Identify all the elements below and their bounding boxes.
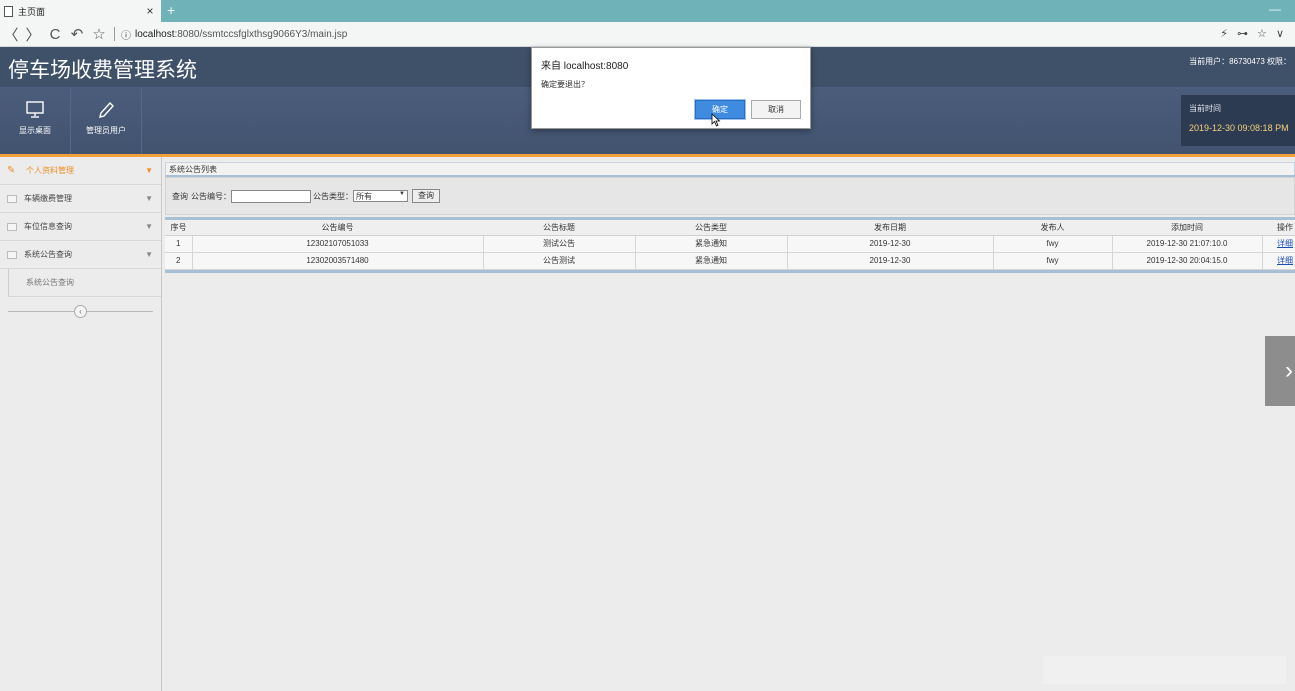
monitor-icon: [26, 101, 44, 118]
browser-tab[interactable]: 主页面 ×: [0, 0, 161, 22]
query-bar: 查询 公告编号： 公告类型： 所有 查询: [165, 177, 1295, 215]
detail-link[interactable]: 详细: [1277, 256, 1293, 265]
sidebar-item-label: 车辆缴费管理: [24, 194, 72, 203]
collapse-sidebar-icon[interactable]: ‹: [74, 305, 87, 318]
back-icon[interactable]: 〈: [0, 24, 22, 45]
confirm-cancel-button[interactable]: 取消: [751, 100, 801, 119]
type-selected: 所有: [356, 192, 372, 201]
undo-icon[interactable]: ↶: [66, 25, 88, 43]
col-added-time: 添加时间: [1112, 220, 1262, 236]
sidebar-subitem-announcement-query[interactable]: 系统公告查询: [8, 269, 161, 297]
panel-title: 系统公告列表: [165, 162, 1295, 177]
cell-publish-date: 2019-12-30: [787, 252, 994, 270]
tab-close-icon[interactable]: ×: [143, 4, 157, 18]
show-desktop-button[interactable]: 显示桌面: [0, 87, 71, 154]
query-prefix: 查询: [172, 191, 188, 201]
mouse-cursor-icon: [711, 113, 721, 127]
cell-title: 测试公告: [483, 235, 636, 253]
announcement-type-select[interactable]: 所有: [353, 190, 408, 202]
forward-icon[interactable]: 〉: [22, 24, 44, 45]
confirm-dialog: 来自 localhost:8080 确定要退出？ 确定 取消: [531, 47, 811, 129]
cell-title: 公告测试: [483, 252, 636, 270]
cell-type: 紧急通知: [635, 235, 788, 253]
col-code: 公告编号: [192, 220, 483, 236]
sidebar-item-parking-info[interactable]: 车位信息查询 ▼: [0, 213, 161, 241]
dialog-title: 来自 localhost:8080: [541, 61, 629, 72]
sidebar-item-label: 个人资料管理: [26, 166, 74, 175]
dialog-message: 确定要退出？: [541, 80, 589, 89]
col-index: 序号: [165, 220, 192, 236]
sidebar: ✎ 个人资料管理 ▼ 车辆缴费管理 ▼ 车位信息查询 ▼ 系统公告查询 ▼ 系统…: [0, 157, 162, 691]
chevron-down-icon: ▼: [145, 194, 153, 203]
type-label: 公告类型：: [313, 191, 353, 201]
bookmark-star-icon[interactable]: ☆: [88, 25, 110, 43]
pencil-icon: [99, 101, 114, 118]
sidebar-item-profile[interactable]: ✎ 个人资料管理 ▼: [0, 157, 161, 185]
pencil-icon: ✎: [7, 165, 16, 176]
col-publisher: 发布人: [993, 220, 1112, 236]
cell-added-time: 2019-12-30 20:04:15.0: [1112, 252, 1263, 270]
cell-actions: 详细: [1262, 235, 1295, 253]
col-type: 公告类型: [635, 220, 787, 236]
chevron-down-icon: ▼: [145, 250, 153, 259]
address-separator: [114, 27, 115, 41]
app-title: 停车场收费管理系统: [8, 58, 197, 82]
list-icon: [7, 222, 17, 231]
reload-icon[interactable]: C: [44, 26, 66, 43]
current-time-value: 2019-12-30 09:08:18 PM: [1189, 123, 1289, 133]
chevron-down-icon: ▼: [145, 222, 153, 231]
cell-code: 12302003571480: [192, 252, 484, 270]
sidebar-item-vehicle-payment[interactable]: 车辆缴费管理 ▼: [0, 185, 161, 213]
info-icon[interactable]: ⓘ: [121, 27, 131, 42]
next-slide-button[interactable]: ›: [1265, 336, 1295, 406]
sidebar-collapse-row: ‹: [0, 297, 161, 327]
table-row: 2 12302003571480 公告测试 紧急通知 2019-12-30 fw…: [165, 252, 1295, 270]
list-icon: [7, 250, 17, 259]
admin-user-label: 管理员用户: [86, 126, 126, 135]
detail-link[interactable]: 详细: [1277, 239, 1293, 248]
announcement-table: 序号 公告编号 公告标题 公告类型 发布日期 发布人 添加时间 操作 1 123…: [165, 217, 1295, 273]
list-icon: [7, 194, 17, 203]
show-desktop-label: 显示桌面: [19, 126, 51, 135]
address-bar: 〈 〉 C ↶ ☆ ⓘ localhost:8080/ssmtccsfglxth…: [0, 22, 1295, 47]
col-publish-date: 发布日期: [787, 220, 993, 236]
cell-publisher: fwy: [993, 235, 1113, 253]
cell-code: 12302107051033: [192, 235, 484, 253]
cell-type: 紧急通知: [635, 252, 788, 270]
table-header-row: 序号 公告编号 公告标题 公告类型 发布日期 发布人 添加时间 操作: [165, 220, 1295, 236]
current-time-box: 当前时间 2019-12-30 09:08:18 PM: [1181, 95, 1295, 146]
current-time-label: 当前时间: [1189, 104, 1221, 113]
url-field[interactable]: localhost:8080/ssmtccsfglxthsg9066Y3/mai…: [135, 29, 347, 40]
address-bar-icons[interactable]: ⚡ ⊶ ☆ ∨: [1220, 27, 1287, 40]
cell-publish-date: 2019-12-30: [787, 235, 994, 253]
main-content: 系统公告列表 查询 公告编号： 公告类型： 所有 查询 序号 公告编号 公告标题…: [165, 162, 1295, 691]
table-row: 1 12302107051033 测试公告 紧急通知 2019-12-30 fw…: [165, 235, 1295, 253]
browser-tab-bar: 主页面 × + —: [0, 0, 1295, 22]
url-path: :8080/ssmtccsfglxthsg9066Y3/main.jsp: [174, 28, 348, 40]
sidebar-item-label: 车位信息查询: [24, 222, 72, 231]
sidebar-item-label: 系统公告查询: [24, 250, 72, 259]
cell-added-time: 2019-12-30 21:07:10.0: [1112, 235, 1263, 253]
announcement-code-input[interactable]: [231, 189, 311, 203]
col-actions: 操作: [1262, 220, 1295, 236]
cell-actions: 详细: [1262, 252, 1295, 270]
header-divider: [0, 154, 1295, 157]
code-label: 公告编号：: [191, 191, 231, 201]
sidebar-item-announcements[interactable]: 系统公告查询 ▼: [0, 241, 161, 269]
cell-index: 1: [165, 235, 193, 253]
page-icon: [4, 5, 13, 17]
faint-overlay-box: [1043, 656, 1286, 684]
chevron-down-icon: ▼: [145, 166, 153, 175]
new-tab-button[interactable]: +: [167, 2, 175, 18]
admin-user-button[interactable]: 管理员用户: [71, 87, 142, 154]
query-button[interactable]: 查询: [412, 189, 440, 203]
col-title: 公告标题: [483, 220, 635, 236]
cell-index: 2: [165, 252, 193, 270]
tab-title: 主页面: [18, 6, 46, 17]
url-host: localhost: [135, 28, 175, 40]
current-user-info: 当前用户：86730473 权限：: [1189, 57, 1291, 66]
cell-publisher: fwy: [993, 252, 1113, 270]
minimize-button[interactable]: —: [1269, 2, 1281, 16]
